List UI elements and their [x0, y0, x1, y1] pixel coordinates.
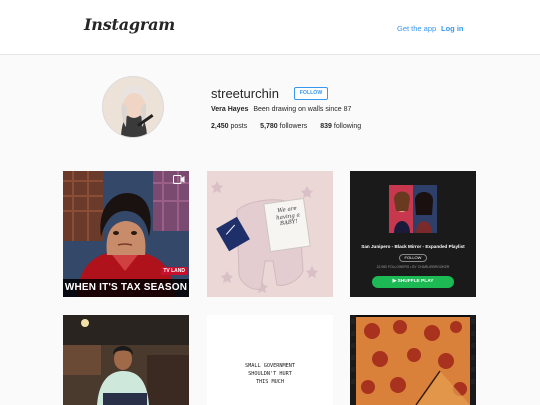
- instagram-logo[interactable]: Instagram: [84, 15, 175, 34]
- post-thumbnail-6[interactable]: [350, 315, 476, 405]
- video-icon: [173, 175, 185, 184]
- playlist-meta: 22,960 FOLLOWERS • BY CHARLIEBROOKER: [376, 265, 450, 269]
- post-thumbnail-4[interactable]: [63, 315, 189, 405]
- followers-count: 5,780: [260, 123, 278, 130]
- quote-line-1: SMALL GOVERNMENT: [245, 363, 295, 369]
- follow-button[interactable]: FOLLOW: [294, 87, 328, 100]
- posts-count: 2,450: [211, 123, 229, 130]
- profile-full-name: Vera Hayes: [211, 106, 249, 113]
- following-stat[interactable]: 839 following: [320, 123, 361, 130]
- followers-stat[interactable]: 5,780 followers: [260, 123, 307, 130]
- announcement-card-text: We are having a BABY!: [272, 205, 304, 228]
- shuffle-play-label: SHUFFLE PLAY: [397, 279, 434, 284]
- man-sitting-photo: [63, 315, 189, 405]
- profile-bio: Vera Hayes Been drawing on walls since 8…: [211, 106, 351, 113]
- log-in-link[interactable]: Log in: [441, 24, 464, 33]
- post-thumbnail-5[interactable]: SMALL GOVERNMENT SHOULDN'T HURT THIS MUC…: [207, 315, 333, 405]
- posts-label: posts: [230, 123, 248, 130]
- baby-announcement-photo: [207, 171, 333, 297]
- pizza-photo: [350, 315, 476, 405]
- posts-stat: 2,450 posts: [211, 123, 247, 130]
- quote-text: SMALL GOVERNMENT SHOULDN'T HURT THIS MUC…: [207, 362, 333, 386]
- avatar-photo-illustration: [103, 77, 163, 137]
- playlist-follow-button: FOLLOW: [399, 254, 427, 262]
- tv-land-badge: TV LAND: [161, 267, 187, 275]
- post-caption-overlay: WHEN IT'S TAX SEASON: [63, 279, 189, 297]
- profile-avatar[interactable]: [102, 76, 164, 138]
- profile-bio-text: Been drawing on walls since 87: [253, 106, 352, 113]
- post-thumbnail-1[interactable]: TV LAND WHEN IT'S TAX SEASON: [63, 171, 189, 297]
- profile-stats: 2,450 posts 5,780 followers 839 followin…: [211, 123, 372, 130]
- profile-username: streeturchin: [211, 86, 279, 101]
- quote-line-2: SHOULDN'T HURT: [248, 371, 292, 377]
- get-the-app-link[interactable]: Get the app: [397, 24, 436, 33]
- post-thumbnail-2[interactable]: We are having a BABY!: [207, 171, 333, 297]
- post-thumbnail-3[interactable]: San Junipero - Black Mirror - Expanded P…: [350, 171, 476, 297]
- top-navigation-bar: Instagram Get the app Log in: [0, 0, 540, 55]
- quote-line-3: THIS MUCH: [255, 379, 285, 385]
- shuffle-play-button: ▶ SHUFFLE PLAY: [372, 276, 454, 288]
- playlist-title: San Junipero - Black Mirror - Expanded P…: [361, 244, 465, 249]
- followers-label: followers: [279, 123, 308, 130]
- following-count: 839: [320, 123, 332, 130]
- following-label: following: [333, 123, 362, 130]
